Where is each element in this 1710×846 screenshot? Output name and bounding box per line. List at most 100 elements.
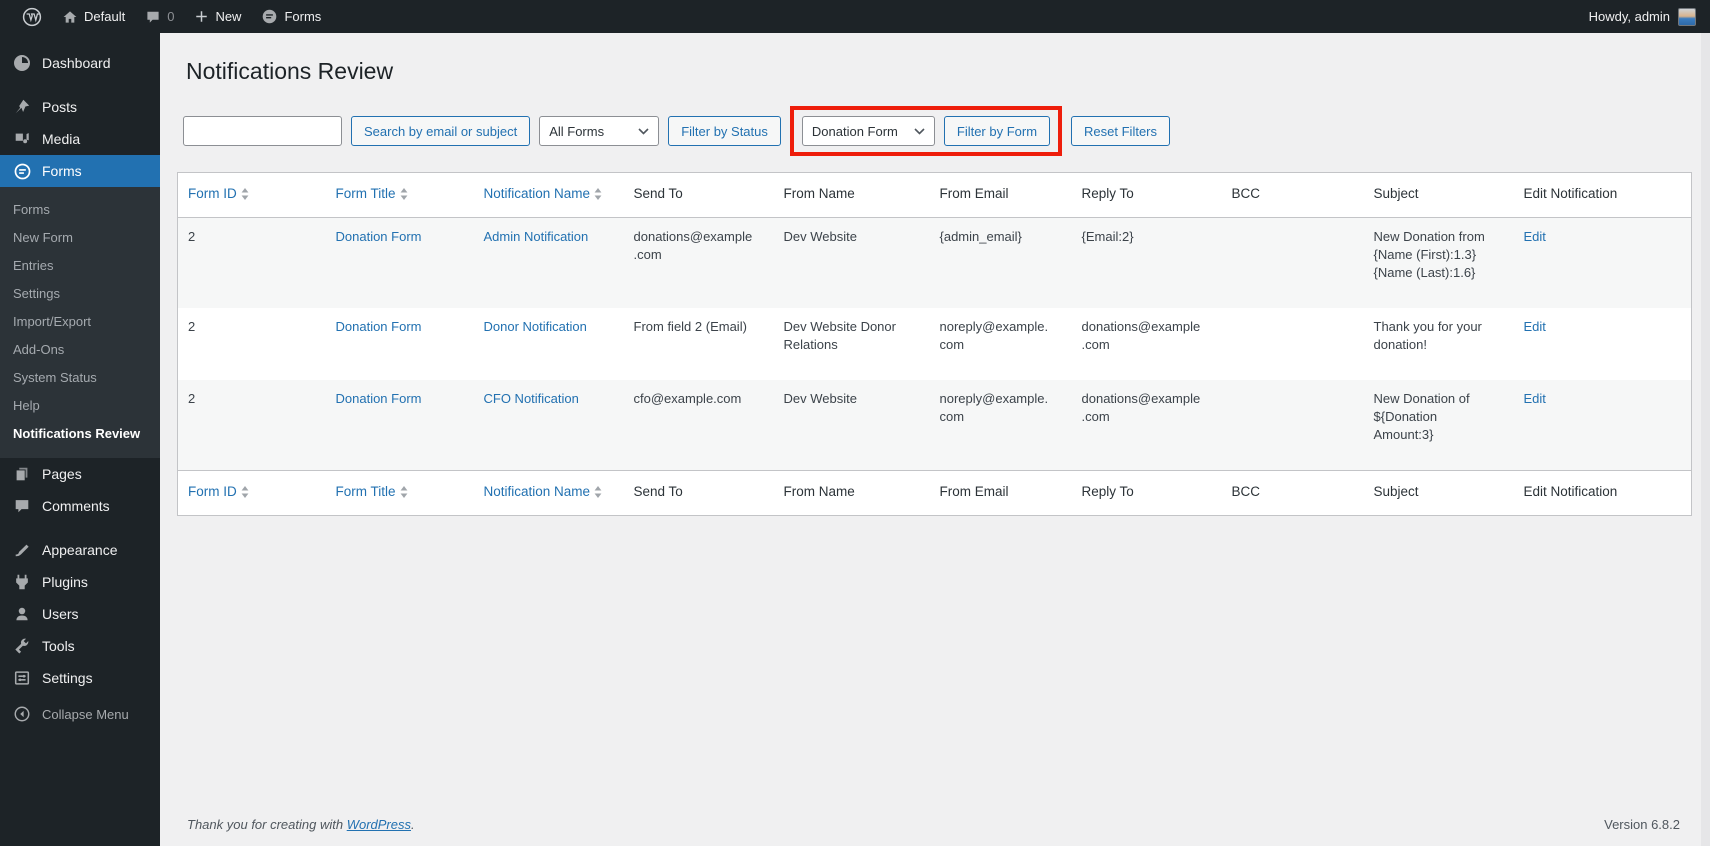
site-name: Default (84, 9, 126, 24)
header-subject: Subject (1373, 484, 1419, 499)
notifications-table-wrap: Form ID Form Title Notification Name Sen… (177, 172, 1692, 516)
site-menu-item[interactable]: Default (52, 0, 135, 33)
header-form-title[interactable]: Form Title (326, 471, 474, 516)
admin-sidebar: Dashboard Posts Media Forms Forms New Fo… (0, 33, 160, 846)
form-title-link[interactable]: Donation Form (336, 229, 422, 244)
sidebar-item-tools[interactable]: Tools (0, 630, 160, 662)
red-highlight-annotation: Donation Form Filter by Form (789, 106, 1063, 156)
dashboard-icon (12, 53, 32, 73)
sidebar-item-label: Dashboard (42, 55, 111, 71)
submenu-item-add-ons[interactable]: Add-Ons (0, 336, 160, 364)
header-reply-to: Reply To (1081, 484, 1134, 499)
forms-menu-item[interactable]: Forms (251, 0, 331, 33)
submenu-item-system-status[interactable]: System Status (0, 364, 160, 392)
submenu-item-help[interactable]: Help (0, 392, 160, 420)
table-row: 2 Donation Form CFO Notification cfo@exa… (177, 380, 1692, 471)
cell-form-id: 2 (188, 319, 196, 334)
submenu-item-notifications-review[interactable]: Notifications Review (0, 420, 160, 448)
sidebar-item-label: Tools (42, 638, 75, 654)
sidebar-item-settings[interactable]: Settings (0, 662, 160, 694)
edit-link[interactable]: Edit (1524, 319, 1546, 334)
notification-name-link[interactable]: Admin Notification (484, 229, 589, 244)
form-select[interactable]: Donation Form (801, 116, 935, 146)
form-title-link[interactable]: Donation Form (336, 319, 422, 334)
header-edit-notification: Edit Notification (1523, 186, 1618, 201)
sidebar-item-label: Settings (42, 670, 93, 686)
cell-from-name: Dev Website Donor Relations (783, 319, 896, 352)
vertical-scrollbar[interactable] (1701, 33, 1710, 846)
sidebar-item-appearance[interactable]: Appearance (0, 534, 160, 566)
admin-bar: Default 0 New Forms Howdy, admin (0, 0, 1710, 33)
chevron-down-icon (638, 127, 649, 135)
comments-icon (12, 496, 32, 516)
header-form-id[interactable]: Form ID (178, 173, 326, 218)
sidebar-item-label: Forms (42, 163, 82, 179)
cell-send-to: From field 2 (Email) (633, 319, 747, 334)
footer-thanks: Thank you for creating with WordPress. (187, 817, 415, 832)
comments-count: 0 (167, 9, 175, 24)
header-form-id[interactable]: Form ID (178, 471, 326, 516)
sort-icon (400, 187, 408, 205)
header-from-name: From Name (783, 484, 855, 499)
cell-reply-to: donations@example.com (1081, 391, 1201, 424)
cell-subject: Thank you for your donation! (1373, 319, 1482, 352)
form-title-link[interactable]: Donation Form (336, 391, 422, 406)
notification-name-link[interactable]: CFO Notification (484, 391, 579, 406)
brush-icon (12, 540, 32, 560)
submenu-item-entries[interactable]: Entries (0, 252, 160, 280)
sidebar-item-media[interactable]: Media (0, 123, 160, 155)
sidebar-item-comments[interactable]: Comments (0, 490, 160, 522)
sort-icon (594, 485, 602, 503)
search-input[interactable] (183, 116, 342, 146)
header-form-title[interactable]: Form Title (326, 173, 474, 218)
sidebar-item-plugins[interactable]: Plugins (0, 566, 160, 598)
filter-by-form-button[interactable]: Filter by Form (943, 116, 1051, 146)
sidebar-item-dashboard[interactable]: Dashboard (0, 47, 160, 79)
comments-menu-item[interactable]: 0 (135, 0, 184, 33)
cell-bcc (1222, 308, 1364, 380)
wordpress-link[interactable]: WordPress (347, 817, 411, 832)
edit-link[interactable]: Edit (1524, 391, 1546, 406)
table-row: 2 Donation Form Donor Notification From … (178, 308, 1692, 380)
submenu-item-new-form[interactable]: New Form (0, 224, 160, 252)
status-select[interactable]: All Forms (539, 116, 660, 146)
howdy-text[interactable]: Howdy, admin (1589, 9, 1670, 24)
submenu-item-settings[interactable]: Settings (0, 280, 160, 308)
sidebar-item-posts[interactable]: Posts (0, 91, 160, 123)
chevron-down-icon (914, 127, 925, 135)
wordpress-logo-icon[interactable] (12, 0, 52, 33)
notification-name-link[interactable]: Donor Notification (484, 319, 587, 334)
header-from-email: From Email (939, 484, 1009, 499)
new-label: New (215, 9, 242, 24)
header-notification-name[interactable]: Notification Name (474, 471, 624, 516)
sidebar-item-label: Comments (42, 498, 110, 514)
comment-bubble-icon (147, 11, 159, 23)
header-notification-name[interactable]: Notification Name (474, 173, 624, 218)
edit-link[interactable]: Edit (1524, 229, 1546, 244)
sidebar-item-label: Plugins (42, 574, 88, 590)
submenu-item-forms[interactable]: Forms (0, 196, 160, 224)
table-row: 2 Donation Form Admin Notification donat… (177, 217, 1692, 308)
cell-form-id: 2 (188, 391, 196, 406)
header-send-to: Send To (633, 186, 683, 201)
plus-icon (196, 11, 208, 22)
reset-filters-button[interactable]: Reset Filters (1071, 116, 1171, 146)
status-select-value: All Forms (549, 123, 605, 139)
forms-label: Forms (284, 9, 322, 24)
main-content: Notifications Review Search by email or … (160, 33, 1710, 846)
admin-footer: Thank you for creating with WordPress. V… (187, 817, 1680, 832)
sidebar-item-pages[interactable]: Pages (0, 458, 160, 490)
filter-by-status-button[interactable]: Filter by Status (668, 116, 781, 146)
sort-icon (241, 485, 249, 503)
sidebar-item-users[interactable]: Users (0, 598, 160, 630)
search-button[interactable]: Search by email or subject (351, 116, 531, 146)
new-menu-item[interactable]: New (184, 0, 251, 33)
sidebar-item-forms[interactable]: Forms (0, 155, 160, 187)
user-avatar[interactable] (1678, 7, 1696, 26)
cell-from-email: noreply@example.com (939, 319, 1049, 352)
submenu-item-import-export[interactable]: Import/Export (0, 308, 160, 336)
cell-form-id: 2 (188, 229, 196, 244)
gravity-forms-icon (263, 9, 277, 24)
collapse-menu-button[interactable]: Collapse Menu (0, 698, 160, 730)
header-bcc: BCC (1231, 484, 1261, 499)
